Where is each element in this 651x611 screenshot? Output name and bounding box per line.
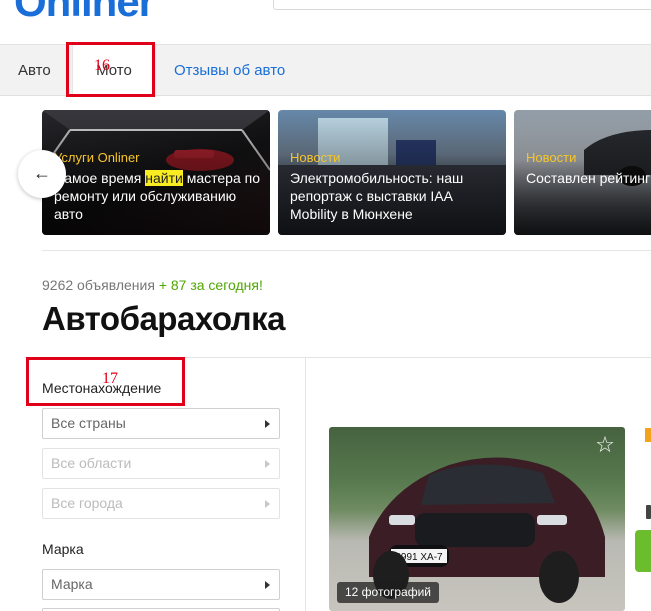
caret-right-icon: [265, 420, 270, 428]
search-input[interactable]: [273, 0, 651, 10]
brand-select[interactable]: Марка: [42, 569, 280, 600]
photo-count-badge: 12 фотографий: [337, 582, 440, 603]
card-category: Новости: [526, 150, 577, 165]
price-accent: [645, 428, 651, 442]
annotation-number: 16: [94, 57, 110, 74]
total-count: 9262 объявления: [42, 277, 155, 293]
card-title: Самое время найти мастера по ремонту или…: [54, 169, 262, 223]
caret-right-icon: [265, 460, 270, 468]
arrow-left-icon: ←: [33, 163, 51, 183]
divider: [42, 250, 651, 251]
caret-right-icon: [265, 500, 270, 508]
card-category: Новости: [290, 150, 341, 165]
page-title: Автобарахолка: [42, 300, 286, 337]
onliner-logo[interactable]: Onliner: [14, 0, 155, 26]
card-title-start: Самое время: [54, 170, 146, 186]
city-select-value: Все города: [51, 495, 123, 511]
listing-count: 9262 объявления + 87 за сегодня!: [42, 277, 263, 293]
card-category: Услуги Onliner: [54, 150, 140, 165]
news-carousel: Услуги Onliner Самое время найти мастера…: [0, 110, 651, 236]
today-count: + 87 за сегодня!: [158, 277, 263, 293]
brand-label: Марка: [42, 541, 84, 557]
country-select-value: Все страны: [51, 415, 126, 431]
city-select: Все города: [42, 488, 280, 519]
carousel-prev-button[interactable]: ←: [18, 150, 66, 198]
card-title: Электромобильность: наш репортаж с выста…: [290, 170, 464, 222]
divider: [305, 357, 306, 611]
region-select-value: Все области: [51, 455, 132, 471]
truncated-text: [646, 505, 651, 519]
card-title: Составлен рейтинг надежных китайских эле…: [526, 170, 651, 186]
tab-auto[interactable]: Авто: [18, 45, 51, 97]
region-select: Все области: [42, 448, 280, 479]
carousel-card[interactable]: Новости Составлен рейтинг надежных китай…: [514, 110, 651, 235]
card-title-highlight: найти: [145, 170, 183, 186]
annotation-number: 17: [102, 370, 118, 387]
caret-right-icon: [265, 581, 270, 589]
favorite-star-icon[interactable]: ☆: [591, 432, 619, 460]
carousel-card[interactable]: Новости Электромобильность: наш репортаж…: [278, 110, 506, 235]
site-header: Onliner: [0, 0, 651, 44]
contact-button[interactable]: [635, 530, 651, 572]
country-select[interactable]: Все страны: [42, 408, 280, 439]
brand-select-value: Марка: [51, 576, 93, 592]
annotation-box: [66, 42, 155, 97]
carousel-card[interactable]: Услуги Onliner Самое время найти мастера…: [42, 110, 270, 235]
tab-reviews[interactable]: Отзывы об авто: [174, 45, 285, 97]
